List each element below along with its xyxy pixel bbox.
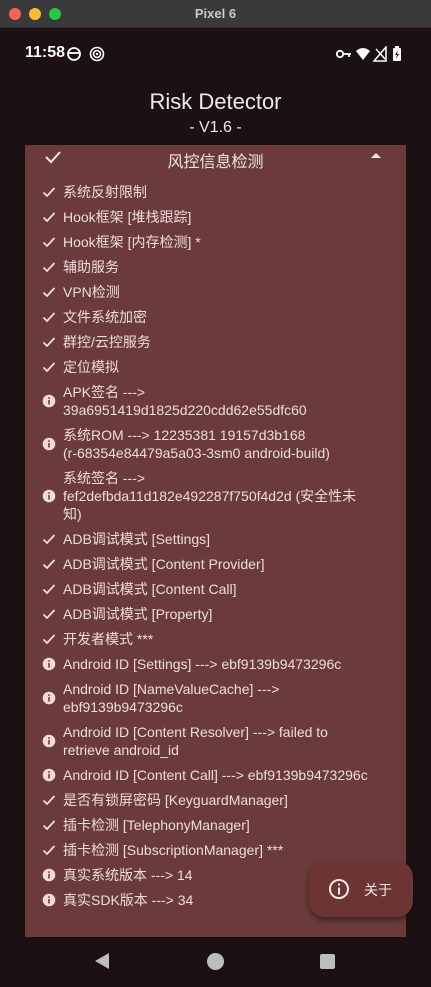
list-item: ADB调试模式 [Content Provider] [25,555,406,573]
window-title: Pixel 6 [194,6,237,21]
list-item-text: Android ID [Content Resolver] ---> faile… [63,724,328,758]
about-fab[interactable]: 关于 [309,861,413,917]
list-item-text: 是否有锁屏密码 [KeyguardManager] [63,792,288,808]
list-item: 系统反射限制 [25,183,406,201]
list-item-text: ADB调试模式 [Settings] [63,531,211,547]
list-item: ADB调试模式 [Content Call] [25,580,406,598]
check-icon [42,362,56,373]
list-item: 开发者模式 *** [25,630,406,648]
check-icon [42,312,56,323]
sync-icon [67,47,81,61]
app-version: - V1.6 - [189,119,242,136]
detection-list: 系统反射限制 Hook框架 [堆栈跟踪] Hook框架 [内存检测] * 辅助服务 VP… [25,183,406,916]
check-icon [42,262,56,273]
info-outline-icon [329,879,349,899]
list-item-text: ADB调试模式 [Content Call] [63,581,237,597]
list-item: Android ID [NameValueCache] ---> ebf9139b… [25,680,406,716]
vpn-key-icon [335,49,351,59]
list-item-text: 开发者模式 *** [63,631,154,647]
list-item-text: 系统签名 ---> fef2defbda11d182e492287f750f4d2… [63,470,357,522]
list-item: 是否有锁屏密码 [KeyguardManager] [25,791,406,809]
info-icon [42,394,56,408]
check-icon [42,584,56,595]
check-icon [42,845,56,856]
list-item: Hook框架 [内存检测] * [25,233,406,251]
list-item: APK签名 ---> 39a6951419d1825d220cdd62e55dfc… [25,383,406,419]
risk-detection-card: 风控信息检测 系统反射限制 Hook框架 [堆栈跟踪] Hook框架 [内存检测] … [25,145,406,937]
list-item-text: Android ID [Content Call] ---> ebf9139b9… [63,767,368,783]
wifi-icon [356,48,370,60]
navigation-bar [0,937,431,987]
list-item-text: 真实SDK版本 ---> 34 [63,892,194,908]
recents-button[interactable] [320,954,335,969]
list-item-text: VPN检测 [63,284,120,300]
list-item: 插卡检测 [TelephonyManager] [25,816,406,834]
check-icon [42,820,56,831]
status-bar: 11:58 [0,28,431,78]
list-item: VPN检测 [25,283,406,301]
list-item-text: 系统反射限制 [63,184,147,200]
list-item: 系统ROM ---> 12235381 19157d3b168 (r-68354e… [25,426,406,462]
list-item-text: Android ID [NameValueCache] ---> ebf9139b… [63,681,280,715]
check-icon [42,337,56,348]
list-item: 插卡检测 [SubscriptionManager] *** [25,841,406,859]
card-header[interactable]: 风控信息检测 [25,145,406,171]
list-item-text: 真实系统版本 ---> 14 [63,867,193,883]
list-item-text: 插卡检测 [TelephonyManager] [63,817,250,833]
info-icon [42,734,56,748]
back-icon[interactable] [94,952,110,970]
list-item: 群控/云控服务 [25,333,406,351]
list-item-text: Hook框架 [内存检测] * [63,234,201,250]
list-item-text: 插卡检测 [SubscriptionManager] *** [63,842,284,858]
list-item-text: 系统ROM ---> 12235381 19157d3b168 (r-68354e… [63,427,330,461]
info-icon [42,657,56,671]
check-icon [42,634,56,645]
list-item-text: APK签名 ---> 39a6951419d1825d220cdd62e55dfc… [63,384,307,418]
signal-off-icon [373,46,387,62]
check-icon [42,559,56,570]
status-time: 11:58 [25,44,66,61]
list-item: 定位模拟 [25,358,406,376]
check-icon [42,609,56,620]
info-icon [42,489,56,503]
check-icon [42,287,56,298]
check-icon [42,534,56,545]
list-item-text: ADB调试模式 [Content Provider] [63,556,265,572]
card-title: 风控信息检测 [167,154,264,171]
list-item-text: Android ID [Settings] ---> ebf9139b94732… [63,656,342,672]
info-icon [42,893,56,907]
list-item: Hook框架 [堆栈跟踪] [25,208,406,226]
app-title: Risk Detector [149,89,282,114]
list-item: 系统签名 ---> fef2defbda11d182e492287f750f4d2… [25,469,406,523]
list-item-text: ADB调试模式 [Property] [63,606,213,622]
info-icon [42,437,56,451]
list-item: 辅助服务 [25,258,406,276]
phone-screen: 11:58 Risk Detector - V1.6 - 风控信息检测 系统反射… [0,28,431,987]
list-item: ADB调试模式 [Settings] [25,530,406,548]
info-icon [42,691,56,705]
list-item: Android ID [Content Call] ---> ebf9139b9… [25,766,406,784]
home-button[interactable] [207,953,224,970]
list-item: 文件系统加密 [25,308,406,326]
list-item: ADB调试模式 [Property] [25,605,406,623]
hotspot-icon [89,46,105,62]
about-label: 关于 [364,882,392,898]
list-item-text: Hook框架 [堆栈跟踪] [63,209,192,225]
check-icon [42,237,56,248]
list-item: Android ID [Settings] ---> ebf9139b94732… [25,655,406,673]
collapse-caret-icon[interactable] [370,151,382,159]
list-item-text: 定位模拟 [63,359,119,375]
list-item-text: 文件系统加密 [63,309,147,325]
info-icon [42,868,56,882]
info-icon [42,768,56,782]
check-icon [42,187,56,198]
list-item-text: 辅助服务 [63,259,119,275]
check-icon [42,212,56,223]
list-item-text: 群控/云控服务 [63,334,151,350]
check-icon [42,795,56,806]
window-titlebar: Pixel 6 [0,0,431,28]
list-item: Android ID [Content Resolver] ---> faile… [25,723,406,759]
battery-charging-icon [393,46,401,61]
